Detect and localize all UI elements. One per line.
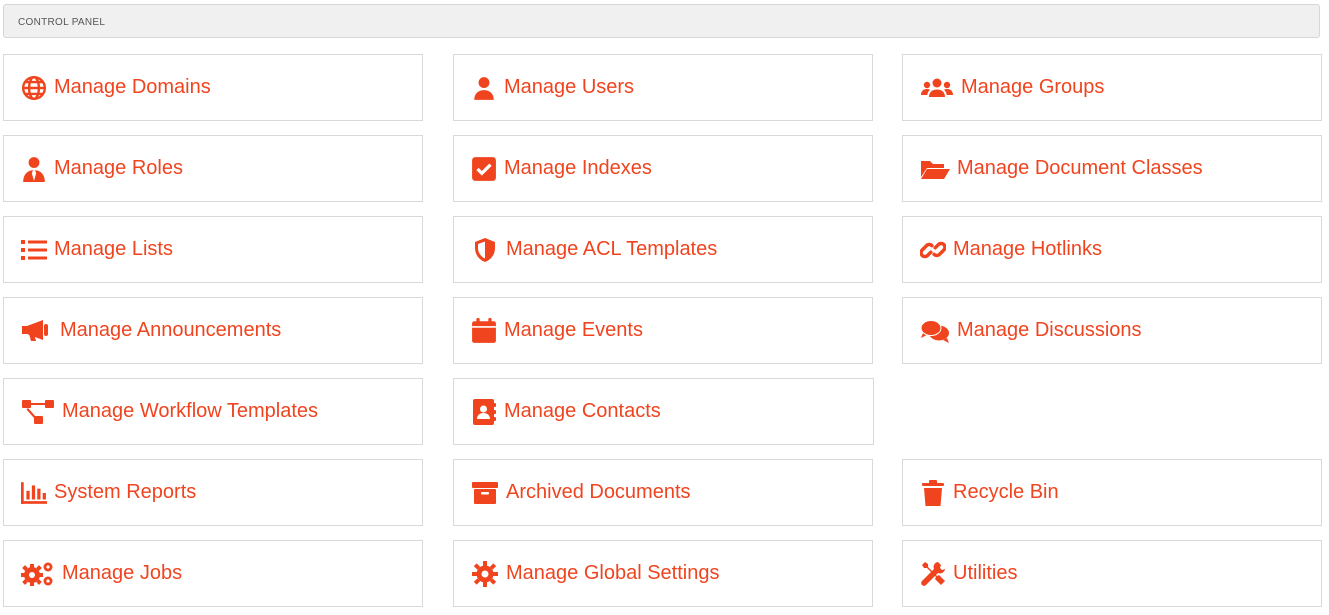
calendar-icon (470, 317, 498, 345)
chart-bar-icon (20, 479, 48, 507)
tile-manage-domains[interactable]: Manage Domains (3, 54, 423, 121)
folder-open-icon (919, 155, 951, 183)
shield-icon (470, 236, 500, 264)
tile-utilities[interactable]: Utilities (902, 540, 1322, 607)
project-diagram-icon (20, 398, 56, 426)
link-icon (919, 236, 947, 264)
tile-manage-roles[interactable]: Manage Roles (3, 135, 423, 202)
tile-manage-indexes[interactable]: Manage Indexes (453, 135, 873, 202)
tile-manage-hotlinks[interactable]: Manage Hotlinks (902, 216, 1322, 283)
archive-icon (470, 479, 500, 507)
user-tie-icon (20, 155, 48, 183)
tile-label: Manage Roles (54, 157, 183, 179)
user-icon (470, 74, 498, 102)
tile-manage-jobs[interactable]: Manage Jobs (3, 540, 423, 607)
control-panel-header: CONTROL PANEL (3, 4, 1320, 38)
tile-label: Manage Workflow Templates (62, 400, 319, 422)
tile-label: System Reports (54, 481, 197, 503)
address-book-icon (470, 398, 498, 426)
tile-label: Manage ACL Templates (506, 238, 718, 260)
globe-icon (20, 74, 48, 102)
tile-system-reports[interactable]: System Reports (3, 459, 423, 526)
tile-manage-groups[interactable]: Manage Groups (902, 54, 1322, 121)
tile-label: Utilities (953, 562, 1018, 584)
tile-label: Manage Users (504, 76, 635, 98)
tile-label: Manage Indexes (504, 157, 652, 179)
tile-label: Manage Hotlinks (953, 238, 1102, 260)
tile-label: Manage Announcements (60, 319, 282, 341)
tile-manage-lists[interactable]: Manage Lists (3, 216, 423, 283)
tile-manage-contacts[interactable]: Manage Contacts (453, 378, 874, 445)
tile-label: Archived Documents (506, 481, 691, 503)
tile-label: Manage Contacts (504, 400, 661, 422)
page-title: CONTROL PANEL (18, 17, 106, 28)
tile-manage-workflow-templates[interactable]: Manage Workflow Templates (3, 378, 423, 445)
tile-label: Manage Lists (54, 238, 173, 260)
tile-manage-acl-templates[interactable]: Manage ACL Templates (453, 216, 873, 283)
tile-label: Manage Groups (961, 76, 1105, 98)
list-icon (20, 236, 48, 264)
tile-label: Manage Events (504, 319, 643, 341)
tile-label: Manage Discussions (957, 319, 1142, 341)
tile-manage-events[interactable]: Manage Events (453, 297, 873, 364)
users-icon (919, 74, 955, 102)
tile-manage-announcements[interactable]: Manage Announcements (3, 297, 423, 364)
tile-manage-discussions[interactable]: Manage Discussions (902, 297, 1322, 364)
tile-manage-global-settings[interactable]: Manage Global Settings (453, 540, 873, 607)
tile-manage-users[interactable]: Manage Users (453, 54, 873, 121)
tile-label: Manage Global Settings (506, 562, 720, 584)
tile-label: Manage Domains (54, 76, 211, 98)
cogs-icon (20, 560, 56, 588)
trash-icon (919, 479, 947, 507)
tools-icon (919, 560, 947, 588)
bullhorn-icon (20, 317, 54, 345)
tile-label: Manage Jobs (62, 562, 183, 584)
tile-label: Recycle Bin (953, 481, 1059, 503)
tile-recycle-bin[interactable]: Recycle Bin (902, 459, 1322, 526)
check-square-icon (470, 155, 498, 183)
cog-icon (470, 560, 500, 588)
comments-icon (919, 317, 951, 345)
tile-archived-documents[interactable]: Archived Documents (453, 459, 873, 526)
tile-label: Manage Document Classes (957, 157, 1203, 179)
tile-manage-document-classes[interactable]: Manage Document Classes (902, 135, 1322, 202)
